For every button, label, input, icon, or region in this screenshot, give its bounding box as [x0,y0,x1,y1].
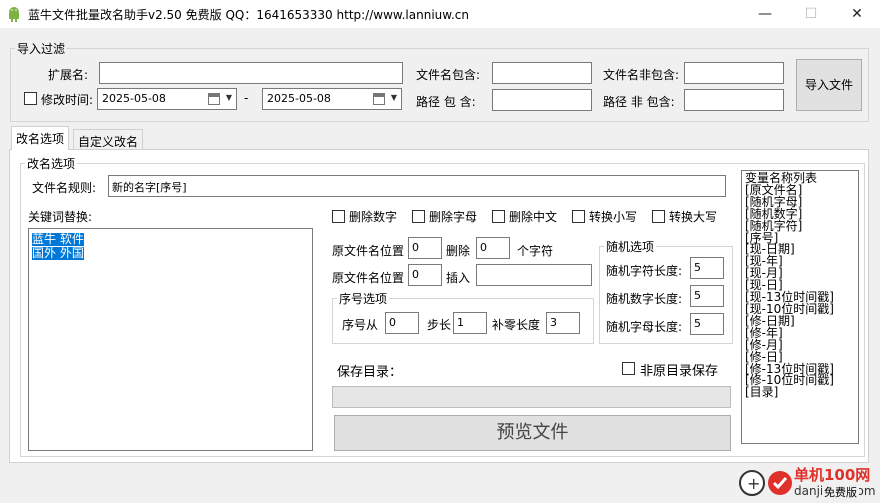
watermark-site: 单机100网 [794,466,871,484]
path-contains-label: 路径 包 含: [416,95,476,109]
seq-from-input[interactable]: 0 [385,312,419,334]
name-contains-label: 文件名包含: [416,68,481,82]
to-uppercase-label: 转换大写 [669,210,718,224]
import-files-button[interactable]: 导入文件 [796,59,862,111]
name-contains-input[interactable] [492,62,592,84]
pos1-input[interactable]: 0 [408,237,442,259]
mtime-label: 修改时间: [41,93,94,107]
ext-input[interactable] [99,62,403,84]
date-from-value: 2025-05-08 [102,92,166,105]
keyword-label: 关键词替换: [28,210,93,224]
minimize-icon: — [758,6,772,22]
import-filter-legend: 导入过滤 [17,42,66,56]
calendar-icon[interactable] [208,93,220,105]
delete-digits-label: 删除数字 [349,210,398,224]
minimize-button[interactable]: — [742,0,788,28]
delete-label: 删除 [446,244,471,258]
path-contains-input[interactable] [492,89,592,111]
delete-count-input[interactable]: 0 [476,237,510,259]
delete-letters-checkbox[interactable] [412,210,425,223]
insert-input[interactable] [476,264,592,286]
dropdown-arrow-icon[interactable]: ▼ [391,93,397,102]
app-android-icon [9,7,19,22]
ext-label: 扩展名: [48,68,89,82]
non-origin-label: 非原目录保存 [640,364,719,379]
maximize-button[interactable]: ☐ [788,0,834,28]
maximize-icon: ☐ [804,6,818,22]
seq-step-input[interactable]: 1 [453,312,487,334]
delete-chinese-checkbox[interactable] [492,210,505,223]
keyword-line: 国外 外国 [32,246,84,260]
pos2-input[interactable]: 0 [408,264,442,286]
close-icon: ✕ [851,6,863,22]
rule-input[interactable]: 新的名字[序号] [108,175,726,197]
random-legend: 随机选项 [606,240,655,254]
pos1-label: 原文件名位置 [332,244,405,258]
name-excludes-label: 文件名非包含: [603,68,680,82]
save-dir-label: 保存目录： [337,365,403,380]
seq-pad-label: 补零长度 [492,318,541,332]
tab-custom-rename[interactable]: 自定义改名 [73,129,144,151]
variable-list[interactable]: 变量名称列表 [原文件名] [随机字母] [随机数字] [随机字符] [序号] … [741,170,859,444]
seq-step-label: 步长 [427,318,452,332]
to-lowercase-label: 转换小写 [589,210,638,224]
rename-options-legend: 改名选项 [27,157,76,171]
non-origin-checkbox[interactable] [622,362,635,375]
seq-pad-input[interactable]: 3 [546,312,580,334]
random-char-len-input[interactable]: 5 [690,257,724,279]
insert-label: 插入 [446,271,471,285]
watermark: + 单机100网 danji100.com 免费版 [738,462,880,503]
path-excludes-input[interactable] [684,89,784,111]
date-to-value: 2025-05-08 [267,92,331,105]
mtime-checkbox[interactable] [24,92,37,105]
save-dir-bar[interactable] [332,386,731,408]
svg-text:+: + [747,474,760,493]
preview-files-button[interactable]: 预览文件 [334,415,731,451]
variable-item[interactable]: [目录] [745,386,855,399]
delete-digits-checkbox[interactable] [332,210,345,223]
random-char-len-label: 随机字符长度: [606,264,683,278]
to-uppercase-checkbox[interactable] [652,210,665,223]
calendar-icon[interactable] [373,93,385,105]
date-to-picker[interactable]: 2025-05-08 ▼ [262,88,402,110]
delete-chinese-label: 删除中文 [509,210,558,224]
keyword-line: 蓝牛 软件 [32,232,84,246]
delete-letters-label: 删除字母 [429,210,478,224]
pos2-label: 原文件名位置 [332,271,405,285]
seq-from-label: 序号从 [342,318,379,332]
date-from-picker[interactable]: 2025-05-08 ▼ [97,88,237,110]
window-title: 蓝牛文件批量改名助手v2.50 免费版 QQ：1641653330 http:/… [28,8,469,22]
close-button[interactable]: ✕ [834,0,880,28]
title-bar: 蓝牛文件批量改名助手v2.50 免费版 QQ：1641653330 http:/… [0,0,880,28]
date-separator: - [244,91,249,105]
rule-label: 文件名规则: [32,181,97,195]
random-digit-len-label: 随机数字长度: [606,292,683,306]
chars-label: 个字符 [517,244,554,258]
watermark-logo-icon: + [739,470,792,496]
dropdown-arrow-icon[interactable]: ▼ [226,93,232,102]
random-letter-len-input[interactable]: 5 [690,313,724,335]
keyword-textarea[interactable]: 蓝牛 软件 国外 外国 [28,228,313,451]
edition-label: 免费版 [822,484,859,500]
path-excludes-label: 路径 非 包含: [603,95,675,109]
random-digit-len-input[interactable]: 5 [690,285,724,307]
sequence-legend: 序号选项 [339,292,388,306]
tab-rename-options[interactable]: 改名选项 [11,126,70,150]
random-letter-len-label: 随机字母长度: [606,320,683,334]
name-excludes-input[interactable] [684,62,784,84]
to-lowercase-checkbox[interactable] [572,210,585,223]
